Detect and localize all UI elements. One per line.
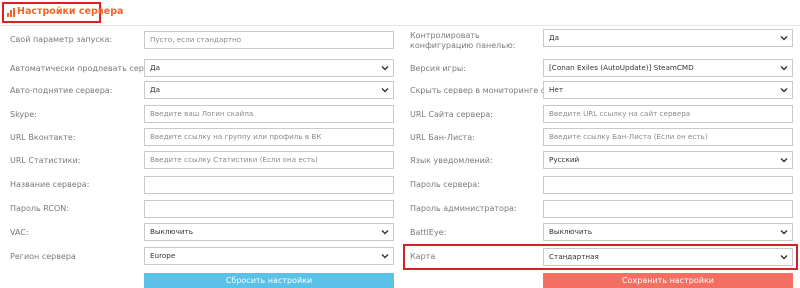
server-name-input[interactable]	[144, 176, 394, 194]
stats-url-input[interactable]: Введите ссылку Статистики (Если она есть…	[144, 151, 394, 169]
label-auto-renew: Автоматически продлевать сервер:	[10, 64, 162, 73]
label-map: Карта	[410, 252, 436, 261]
chevron-down-icon	[780, 158, 788, 163]
chevron-down-icon	[780, 230, 788, 235]
label-stats-url: URL Статистики:	[10, 156, 81, 165]
auto-renew-select[interactable]: Да	[144, 59, 394, 77]
label-banlist-url: URL Бан-Листа:	[410, 133, 475, 142]
chevron-down-icon	[780, 36, 788, 41]
save-settings-button[interactable]: Сохранить настройки	[543, 273, 793, 288]
skype-input[interactable]: Введите ваш Логин скайпа	[144, 105, 394, 123]
chevron-down-icon	[381, 254, 389, 259]
panel-config-value: Да	[549, 33, 560, 42]
map-select[interactable]: Стандартная	[543, 248, 793, 266]
label-site-url: URL Сайта сервера:	[410, 110, 493, 119]
label-game-version: Версия игры:	[410, 64, 466, 73]
label-server-name: Название сервера:	[10, 180, 90, 189]
section-title: Настройки сервера	[17, 6, 124, 17]
label-battleye: BattlEye:	[410, 228, 447, 237]
auto-start-value: Да	[150, 85, 161, 94]
hide-monitoring-select[interactable]: Нет	[543, 81, 793, 99]
region-value: Europe	[150, 251, 176, 260]
chevron-down-icon	[780, 255, 788, 260]
label-region: Регион сервера	[10, 252, 76, 261]
label-panel-config: Контролировать конфигурацию панелью:	[410, 31, 516, 50]
launch-params-input[interactable]: Пусто, если стандартно	[144, 31, 394, 49]
battleye-select[interactable]: Выключить	[543, 223, 793, 241]
label-skype: Skype:	[10, 110, 37, 119]
game-version-select[interactable]: [Conan Exiles (AutoUpdate)] SteamCMD	[543, 59, 793, 77]
rcon-password-input[interactable]	[144, 200, 394, 218]
label-rcon-password: Пароль RCON:	[10, 204, 69, 213]
bar-chart-icon	[7, 8, 15, 17]
hide-monitoring-value: Нет	[549, 85, 564, 94]
notify-language-value: Русский	[549, 155, 580, 164]
chevron-down-icon	[780, 88, 788, 93]
panel-config-select[interactable]: Да	[543, 29, 793, 47]
notify-language-select[interactable]: Русский	[543, 151, 793, 169]
site-url-input[interactable]: Введите URL ссылку на сайт сервера	[543, 105, 793, 123]
reset-settings-button[interactable]: Сбросить настройки	[144, 273, 394, 288]
auto-renew-value: Да	[150, 63, 161, 72]
banlist-url-input[interactable]: Введите ссылку Бан-Листа (Если он есть)	[543, 128, 793, 146]
vac-select[interactable]: Выключить	[144, 223, 394, 241]
label-server-password: Пароль сервера:	[410, 180, 480, 189]
label-admin-password: Пароль администратора:	[410, 204, 517, 213]
chevron-down-icon	[381, 88, 389, 93]
label-vac: VAC:	[10, 228, 29, 237]
vk-url-input[interactable]: Введите ссылку на группу или профиль в В…	[144, 128, 394, 146]
label-auto-start: Авто-поднятие сервера:	[10, 86, 113, 95]
label-notify-language: Язык уведомлений:	[410, 156, 493, 165]
auto-start-select[interactable]: Да	[144, 81, 394, 99]
battleye-value: Выключить	[549, 227, 592, 236]
label-vk-url: URL Вконтакте:	[10, 133, 76, 142]
game-version-value: [Conan Exiles (AutoUpdate)] SteamCMD	[549, 63, 694, 72]
region-select[interactable]: Europe	[144, 247, 394, 265]
section-title-highlight: Настройки сервера	[2, 2, 123, 23]
server-password-input[interactable]	[543, 176, 793, 194]
admin-password-input[interactable]	[543, 200, 793, 218]
chevron-down-icon	[780, 66, 788, 71]
chevron-down-icon	[381, 230, 389, 235]
chevron-down-icon	[381, 66, 389, 71]
label-launch-params: Свой параметр запуска:	[10, 35, 113, 44]
vac-value: Выключить	[150, 227, 193, 236]
map-value: Стандартная	[549, 252, 599, 261]
panel-header: Настройки сервера	[0, 0, 800, 26]
